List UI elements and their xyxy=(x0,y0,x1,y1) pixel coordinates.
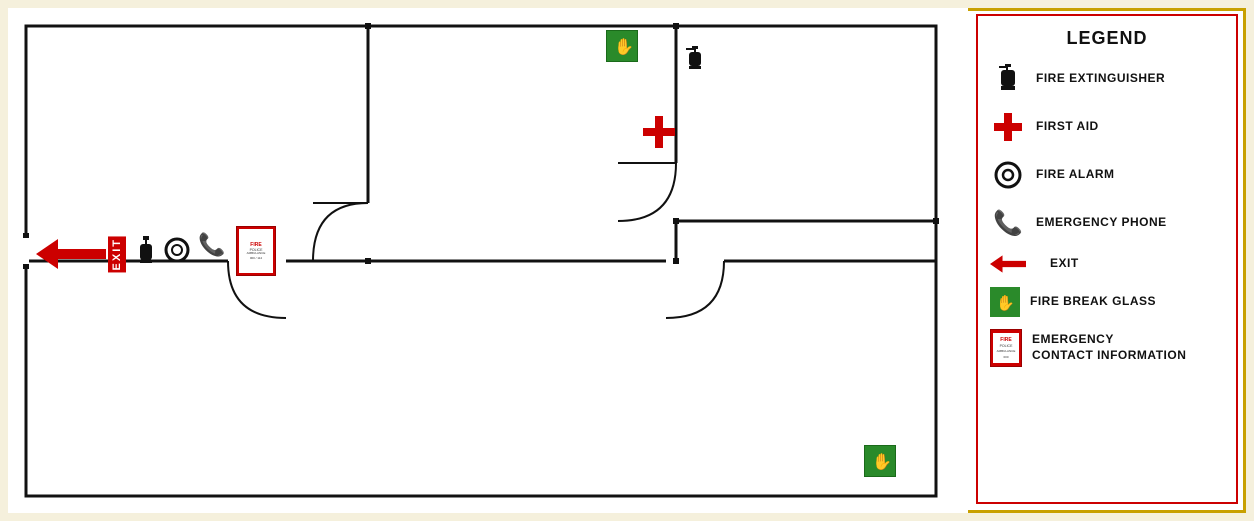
emergency-phone-corridor: 📞 xyxy=(198,232,225,258)
legend-eci-label: EMERGENCY CONTACT INFORMATION xyxy=(1032,332,1186,363)
legend-firstaid-label: FIRST AID xyxy=(1036,119,1099,135)
legend-item-fbg: ✋ FIRE BREAK GLASS xyxy=(990,287,1224,317)
fire-break-glass-top: ✋ xyxy=(606,30,638,62)
svg-text:✋: ✋ xyxy=(614,37,632,56)
svg-text:✋: ✋ xyxy=(872,452,890,471)
floorplan: EXIT 📞 FIRE POLICE AMBULANCE 000 / 112 xyxy=(8,8,968,513)
legend-alarm-label: FIRE ALARM xyxy=(1036,167,1115,183)
legend-item-extinguisher: FIRE EXTINGUISHER xyxy=(990,61,1224,97)
fire-break-glass-bottom: ✋ xyxy=(864,445,896,477)
exit-arrow-svg xyxy=(36,239,106,269)
fire-extinguisher-corridor xyxy=(136,236,156,269)
legend-item-firstaid: FIRST AID xyxy=(990,109,1224,145)
eci-corridor: FIRE POLICE AMBULANCE 000 / 112 xyxy=(236,226,276,276)
fbg-icon-top: ✋ xyxy=(612,36,632,56)
firstaid-icon xyxy=(643,116,675,148)
legend-extinguisher-icon xyxy=(990,61,1026,97)
legend-exit-label: EXIT xyxy=(1050,256,1079,272)
extinguisher-icon-corridor xyxy=(136,236,156,264)
legend-eci-icon: FIRE POLICE AMBULANCE 000 xyxy=(990,329,1022,367)
legend-item-exit: EXIT xyxy=(990,253,1224,275)
fire-extinguisher-top xyxy=(686,46,704,77)
legend-fbg-label: FIRE BREAK GLASS xyxy=(1030,294,1156,310)
first-aid-symbol xyxy=(643,116,675,153)
legend-title: LEGEND xyxy=(990,28,1224,49)
extinguisher-icon-top xyxy=(686,46,704,72)
exit-label: EXIT xyxy=(108,236,126,272)
legend-alarm-icon xyxy=(990,157,1026,193)
exit-symbol-group: EXIT xyxy=(36,236,126,272)
legend-exit-icon xyxy=(990,253,1026,275)
legend-item-alarm: FIRE ALARM xyxy=(990,157,1224,193)
legend-box: LEGEND FIRE EXTINGUISHER FIRST AID xyxy=(976,14,1238,504)
fbg-icon-bottom: ✋ xyxy=(870,451,890,471)
svg-text:✋: ✋ xyxy=(996,294,1015,312)
legend-firstaid-icon xyxy=(990,109,1026,145)
legend-extinguisher-label: FIRE EXTINGUISHER xyxy=(1036,71,1165,87)
legend-fbg-icon: ✋ xyxy=(990,287,1020,317)
legend-phone-label: EMERGENCY PHONE xyxy=(1036,215,1167,231)
alarm-icon-corridor xyxy=(164,237,190,263)
legend-item-eci: FIRE POLICE AMBULANCE 000 EMERGENCY CONT… xyxy=(990,329,1224,367)
legend-phone-icon: 📞 xyxy=(990,205,1026,241)
legend-item-phone: 📞 EMERGENCY PHONE xyxy=(990,205,1224,241)
legend-eci-inner: FIRE POLICE AMBULANCE 000 xyxy=(993,333,1019,363)
fire-alarm-corridor xyxy=(164,237,190,268)
